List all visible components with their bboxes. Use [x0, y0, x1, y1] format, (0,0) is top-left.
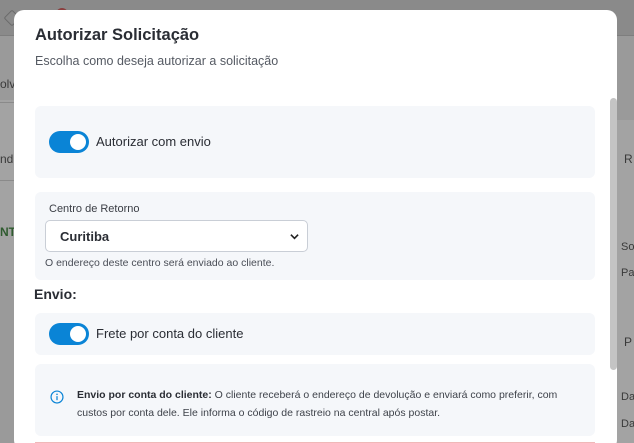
customer-freight-label: Frete por conta do cliente — [96, 326, 244, 341]
background-text: So — [621, 241, 634, 253]
toggle-knob — [70, 326, 86, 342]
modal-subtitle: Escolha como deseja autorizar a solicita… — [35, 54, 279, 68]
background-text: nd — [0, 152, 14, 166]
return-center-select[interactable]: Curitiba — [45, 220, 308, 252]
shipping-info-box: Envio por conta do cliente: O cliente re… — [35, 364, 595, 436]
authorize-request-modal: Autorizar Solicitação Escolha como desej… — [14, 10, 617, 443]
authorize-shipping-toggle[interactable] — [49, 131, 89, 153]
return-center-hint: O endereço deste centro será enviado ao … — [45, 257, 275, 269]
background-text: Da — [621, 391, 634, 403]
customer-freight-section: Frete por conta do cliente — [35, 313, 595, 355]
info-icon — [50, 390, 64, 404]
authorize-shipping-label: Autorizar com envio — [96, 134, 211, 149]
shipping-info-text: Envio por conta do cliente: O cliente re… — [77, 386, 587, 422]
customer-freight-toggle[interactable] — [49, 323, 89, 345]
return-center-section: Centro de Retorno Curitiba O endereço de… — [35, 192, 595, 280]
modal-title: Autorizar Solicitação — [35, 26, 200, 44]
background-text: R — [624, 152, 633, 166]
background-text: Pa — [621, 267, 634, 279]
shipping-info-title: Envio por conta do cliente: — [77, 389, 212, 401]
return-center-label: Centro de Retorno — [49, 203, 140, 215]
background-left-panel — [0, 100, 14, 280]
modal-scrollbar[interactable] — [610, 98, 617, 370]
return-center-selected-value: Curitiba — [60, 229, 110, 244]
background-text: Da — [621, 418, 634, 430]
background-divider — [0, 180, 14, 181]
chevron-down-icon — [290, 234, 299, 240]
background-text: P — [624, 335, 633, 349]
shipping-heading: Envio: — [34, 286, 77, 302]
authorize-shipping-section: Autorizar com envio — [35, 106, 595, 178]
toggle-knob — [70, 134, 86, 150]
background-divider — [0, 102, 14, 103]
